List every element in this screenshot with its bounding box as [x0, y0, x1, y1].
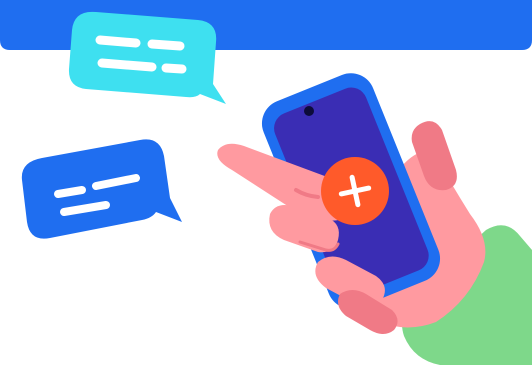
chat-bubble-icon — [21, 139, 183, 239]
bubble-line — [97, 58, 157, 72]
cyan-bubble-shape — [68, 11, 226, 104]
bubble-line — [54, 186, 86, 198]
chat-bubble-icon — [68, 11, 226, 104]
camera-dot — [304, 106, 314, 116]
blue-bubble-shape — [21, 139, 183, 239]
close-icon — [321, 157, 389, 225]
hand-holding-phone-illustration — [0, 0, 532, 365]
bubble-line — [161, 63, 187, 74]
illustration-canvas — [0, 0, 532, 365]
bubble-line — [147, 39, 185, 51]
bubble-line — [95, 35, 141, 48]
